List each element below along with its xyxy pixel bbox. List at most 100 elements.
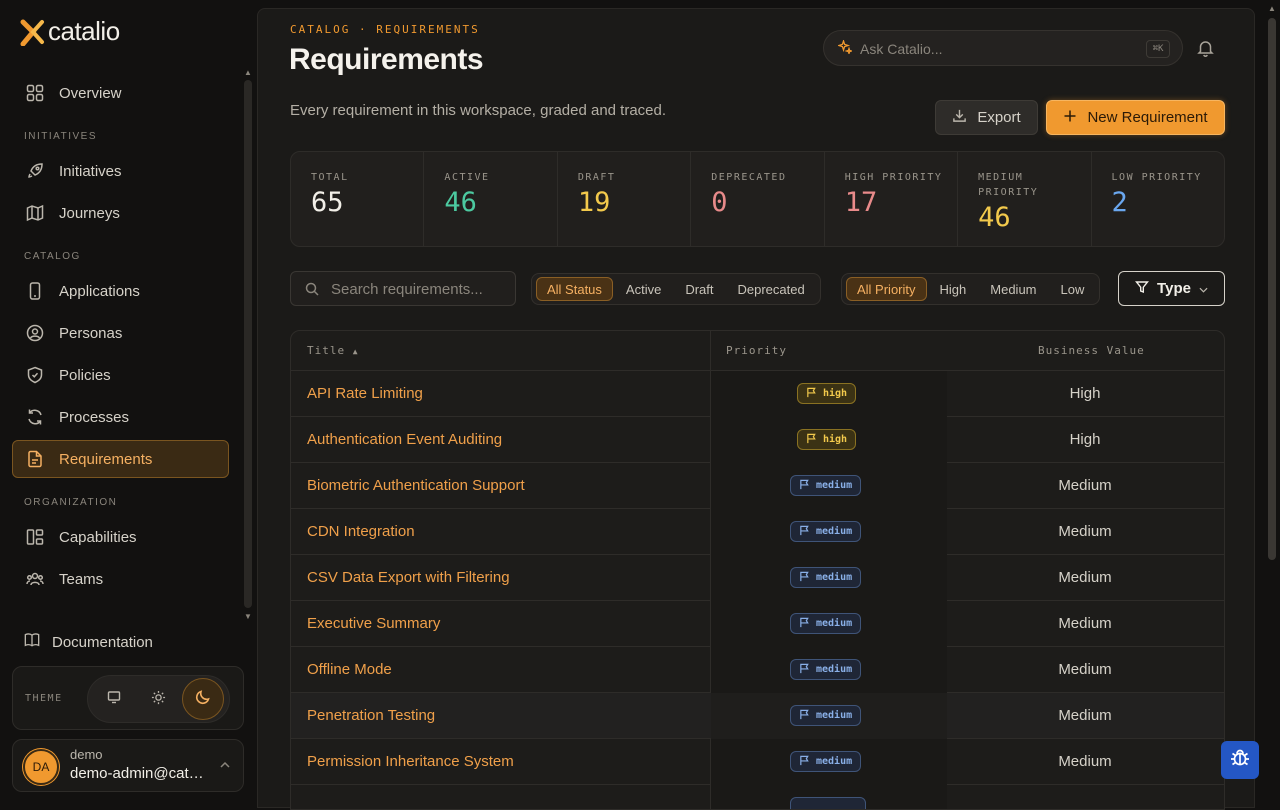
bell-icon[interactable] xyxy=(1197,39,1214,62)
stat-medium-priority: MEDIUM PRIORITY 46 xyxy=(958,152,1092,246)
avatar: DA xyxy=(23,749,59,785)
priority-filter-low[interactable]: Low xyxy=(1050,277,1096,301)
requirement-title-link[interactable]: API Rate Limiting xyxy=(307,385,423,402)
requirement-title-link[interactable]: Executive Summary xyxy=(307,615,440,632)
priority-badge: medium xyxy=(790,659,862,680)
ask-catalio-input[interactable]: Ask Catalio... ⌘K xyxy=(823,30,1183,66)
sort-asc-icon: ▲ xyxy=(352,347,359,356)
stat-label: DEPRECATED xyxy=(711,172,787,183)
status-filter-deprecated[interactable]: Deprecated xyxy=(727,277,816,301)
status-filter: All Status Active Draft Deprecated xyxy=(531,273,821,305)
sidebar-scrollbar[interactable] xyxy=(244,80,252,608)
table-row[interactable]: medium CSV Data Export with Filtering Me… xyxy=(291,555,1224,601)
business-value: Medium xyxy=(1058,707,1112,724)
business-value: Medium xyxy=(1058,615,1112,632)
table-row[interactable] xyxy=(291,785,1224,809)
table-row[interactable]: high Authentication Event Auditing High xyxy=(291,417,1224,463)
user-menu[interactable]: DA demo demo-admin@catalio.io xyxy=(12,739,244,792)
priority-badge: medium xyxy=(790,705,862,726)
column-header-title[interactable]: Title ▲ xyxy=(307,344,359,357)
requirement-title-link[interactable]: Authentication Event Auditing xyxy=(307,431,502,448)
priority-filter-all[interactable]: All Priority xyxy=(846,277,927,301)
filter-icon xyxy=(1135,280,1150,298)
priority-filter-medium[interactable]: Medium xyxy=(979,277,1047,301)
page-scrollbar[interactable] xyxy=(1268,18,1276,560)
sidebar-scroll-up[interactable]: ▲ xyxy=(244,68,252,77)
sidebar-item-applications[interactable]: Applications xyxy=(12,272,229,310)
main-panel: CATALOG · REQUIREMENTS Requirements Ever… xyxy=(257,8,1255,810)
requirement-title-link[interactable]: CSV Data Export with Filtering xyxy=(307,569,510,586)
priority-text: medium xyxy=(816,756,853,767)
requirement-title-link[interactable]: CDN Integration xyxy=(307,523,415,540)
table-row[interactable]: medium Permission Inheritance System Med… xyxy=(291,739,1224,785)
status-filter-all[interactable]: All Status xyxy=(536,277,613,301)
sidebar-item-overview[interactable]: Overview xyxy=(12,74,229,112)
status-filter-active[interactable]: Active xyxy=(615,277,672,301)
ask-placeholder: Ask Catalio... xyxy=(860,41,943,57)
sidebar-scroll-down[interactable]: ▼ xyxy=(244,612,252,621)
table-row[interactable]: medium Executive Summary Medium xyxy=(291,601,1224,647)
priority-filter-high[interactable]: High xyxy=(929,277,978,301)
search-box xyxy=(290,271,516,306)
sidebar-item-personas[interactable]: Personas xyxy=(12,314,229,352)
sidebar-item-policies[interactable]: Policies xyxy=(12,356,229,394)
stat-value: 46 xyxy=(444,187,477,218)
theme-dark-button[interactable] xyxy=(181,678,224,720)
theme-system-button[interactable] xyxy=(93,678,135,720)
table-row[interactable]: medium Penetration Testing Medium xyxy=(291,693,1224,739)
sidebar-item-capabilities[interactable]: Capabilities xyxy=(12,518,229,556)
stat-label: MEDIUM PRIORITY xyxy=(978,172,1039,198)
page-subtitle: Every requirement in this workspace, gra… xyxy=(290,102,667,119)
table-row[interactable]: medium CDN Integration Medium xyxy=(291,509,1224,555)
table-row[interactable]: medium Biometric Authentication Support … xyxy=(291,463,1224,509)
stat-label: LOW PRIORITY xyxy=(1111,172,1202,183)
sidebar-item-initiatives[interactable]: Initiatives xyxy=(12,152,229,190)
type-filter-button[interactable]: Type xyxy=(1118,271,1225,306)
user-name: demo xyxy=(70,747,103,762)
section-catalog: CATALOG xyxy=(24,251,81,262)
sidebar-item-journeys[interactable]: Journeys xyxy=(12,194,229,232)
theme-light-button[interactable] xyxy=(137,678,179,720)
catalio-logo-icon xyxy=(20,19,44,46)
bug-report-button[interactable] xyxy=(1221,741,1259,779)
sidebar-item-processes[interactable]: Processes xyxy=(12,398,229,436)
priority-text: medium xyxy=(816,526,853,537)
theme-selector: THEME xyxy=(12,666,244,730)
type-filter-label: Type xyxy=(1157,280,1191,297)
stat-total: TOTAL 65 xyxy=(291,152,425,246)
table-row[interactable]: medium Offline Mode Medium xyxy=(291,647,1224,693)
sidebar-item-documentation[interactable]: Documentation xyxy=(24,632,153,652)
sidebar-item-requirements[interactable]: Requirements xyxy=(12,440,229,478)
flag-icon xyxy=(799,755,810,769)
requirement-title-link[interactable]: Permission Inheritance System xyxy=(307,753,514,770)
flag-icon xyxy=(799,617,810,631)
sidebar-item-label: Teams xyxy=(59,570,104,588)
requirement-title-link[interactable]: Biometric Authentication Support xyxy=(307,477,525,494)
requirement-title-link[interactable]: Offline Mode xyxy=(307,661,392,678)
column-header-priority[interactable]: Priority xyxy=(726,344,787,357)
grid-icon xyxy=(25,83,45,103)
table-row[interactable]: high API Rate Limiting High xyxy=(291,371,1224,417)
shortcut-badge: ⌘K xyxy=(1146,40,1170,58)
requirements-table: Title ▲ Priority Business Value high API… xyxy=(290,330,1225,810)
section-initiatives: INITIATIVES xyxy=(24,131,97,142)
page-scroll-up[interactable]: ▲ xyxy=(1268,4,1276,13)
brand-logo[interactable]: catalio xyxy=(20,16,120,47)
stats-panel: TOTAL 65 ACTIVE 46 DRAFT 19 DEPRECATED 0… xyxy=(290,151,1225,247)
requirement-title-link[interactable]: Penetration Testing xyxy=(307,707,435,724)
priority-badge: medium xyxy=(790,475,862,496)
search-input[interactable] xyxy=(331,280,507,298)
column-header-business-value[interactable]: Business Value xyxy=(1038,344,1145,357)
new-requirement-button[interactable]: New Requirement xyxy=(1046,100,1225,135)
status-filter-draft[interactable]: Draft xyxy=(674,277,724,301)
export-button[interactable]: Export xyxy=(935,100,1038,135)
search-icon xyxy=(305,282,319,301)
sidebar-item-teams[interactable]: Teams xyxy=(12,560,229,598)
users-icon xyxy=(25,569,45,589)
priority-cell: high xyxy=(711,417,947,463)
priority-badge: medium xyxy=(790,751,862,772)
business-value: High xyxy=(1069,431,1101,448)
sidebar-item-label: Initiatives xyxy=(59,162,122,180)
stat-low-priority: LOW PRIORITY 2 xyxy=(1092,152,1224,246)
priority-text: medium xyxy=(816,480,853,491)
